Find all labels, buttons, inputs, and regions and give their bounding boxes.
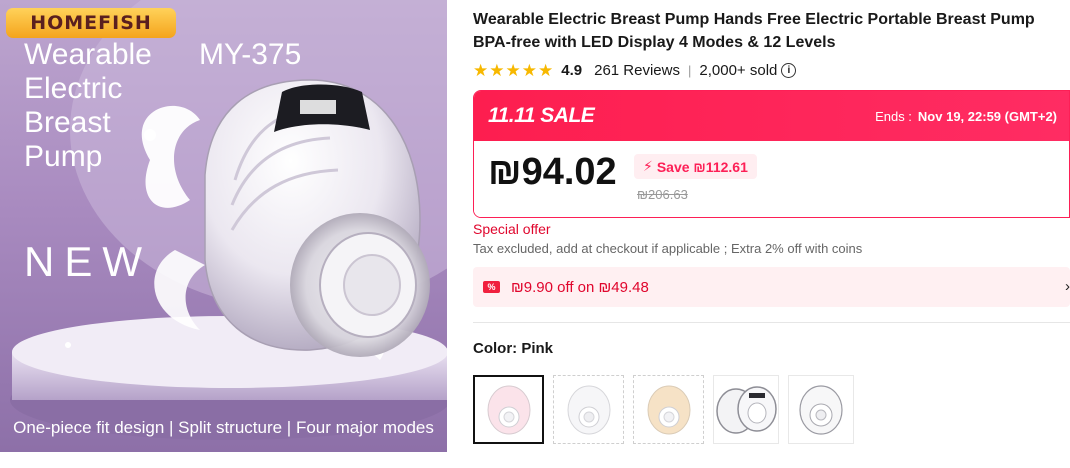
color-swatch-clear[interactable] — [788, 375, 854, 444]
pump-beige-thumbnail — [647, 385, 690, 434]
product-main-image[interactable]: HOMEFISH Wearable Electric Breast Pump M… — [0, 0, 447, 452]
chevron-right-icon[interactable]: › — [1065, 278, 1070, 295]
lightning-icon: ⚡ — [643, 158, 653, 174]
color-swatch-pink[interactable] — [473, 375, 544, 444]
star-icon: ★ — [505, 60, 521, 80]
info-circle-icon[interactable]: i — [781, 62, 797, 78]
star-rating[interactable]: ★ ★ ★ ★ ★ — [473, 62, 553, 79]
color-swatch-list — [473, 375, 854, 444]
color-label: Color: Pink — [473, 340, 554, 357]
rating-value: 4.9 — [561, 61, 583, 79]
star-icon: ★ — [473, 60, 489, 80]
brand-logo-text: HOMEFISH — [30, 12, 152, 34]
sale-banner: 11.11 SALE Ends : Nov 19, 22:59 (GMT+2) — [474, 91, 1069, 141]
save-amount: Save ₪112.61 — [656, 158, 748, 175]
color-swatch-double[interactable] — [713, 375, 779, 444]
image-model-number: MY-375 — [199, 38, 302, 71]
image-new-label: NEW — [24, 238, 152, 285]
coupon-text: ₪9.90 off on ₪49.48 — [511, 278, 649, 296]
sale-price-box: 11.11 SALE Ends : Nov 19, 22:59 (GMT+2) ₪… — [473, 90, 1070, 218]
tax-note: Tax excluded, add at checkout if applica… — [473, 241, 863, 256]
rating-divider: | — [688, 62, 692, 78]
star-icon: ★ — [521, 60, 537, 80]
price-area: ₪94.02 ⚡ Save ₪112.61 ₪206.63 — [474, 141, 1069, 217]
rating-row: ★ ★ ★ ★ ★ 4.9 261 Reviews | 2,000+ sold … — [473, 59, 797, 81]
sale-countdown: Ends : Nov 19, 22:59 (GMT+2) — [875, 109, 1057, 124]
product-title: Wearable Electric Breast Pump Hands Free… — [473, 11, 1035, 51]
sold-count: 2,000+ sold — [699, 61, 778, 79]
coupon-icon: % — [483, 281, 500, 293]
image-headline: Wearable Electric Breast Pump — [24, 38, 152, 173]
pump-double-thumbnail — [716, 385, 777, 434]
pump-pink-thumbnail — [487, 385, 530, 434]
pump-clear-thumbnail — [799, 384, 843, 435]
sale-ends-label: Ends : — [875, 108, 912, 124]
coupon-bar[interactable]: % ₪9.90 off on ₪49.48 › — [473, 267, 1070, 307]
original-price: ₪206.63 — [637, 187, 688, 202]
current-price: ₪94.02 — [488, 151, 617, 193]
star-icon: ★ — [538, 60, 554, 80]
pump-white-thumbnail — [567, 385, 610, 434]
product-page: HOMEFISH Wearable Electric Breast Pump M… — [0, 0, 1070, 468]
color-swatch-beige[interactable] — [633, 375, 704, 444]
sale-ends-value: Nov 19, 22:59 (GMT+2) — [917, 108, 1057, 124]
star-icon: ★ — [489, 60, 505, 80]
special-offer-label: Special offer — [473, 221, 551, 237]
image-feature-caption: One-piece fit design | Split structure |… — [13, 418, 434, 437]
section-divider — [473, 322, 1070, 323]
reviews-link[interactable]: 261 Reviews — [594, 62, 680, 79]
color-swatch-white[interactable] — [553, 375, 624, 444]
save-badge: ⚡ Save ₪112.61 — [634, 154, 757, 179]
sale-label: 11.11 SALE — [488, 104, 595, 127]
brand-logo: HOMEFISH — [6, 8, 176, 38]
